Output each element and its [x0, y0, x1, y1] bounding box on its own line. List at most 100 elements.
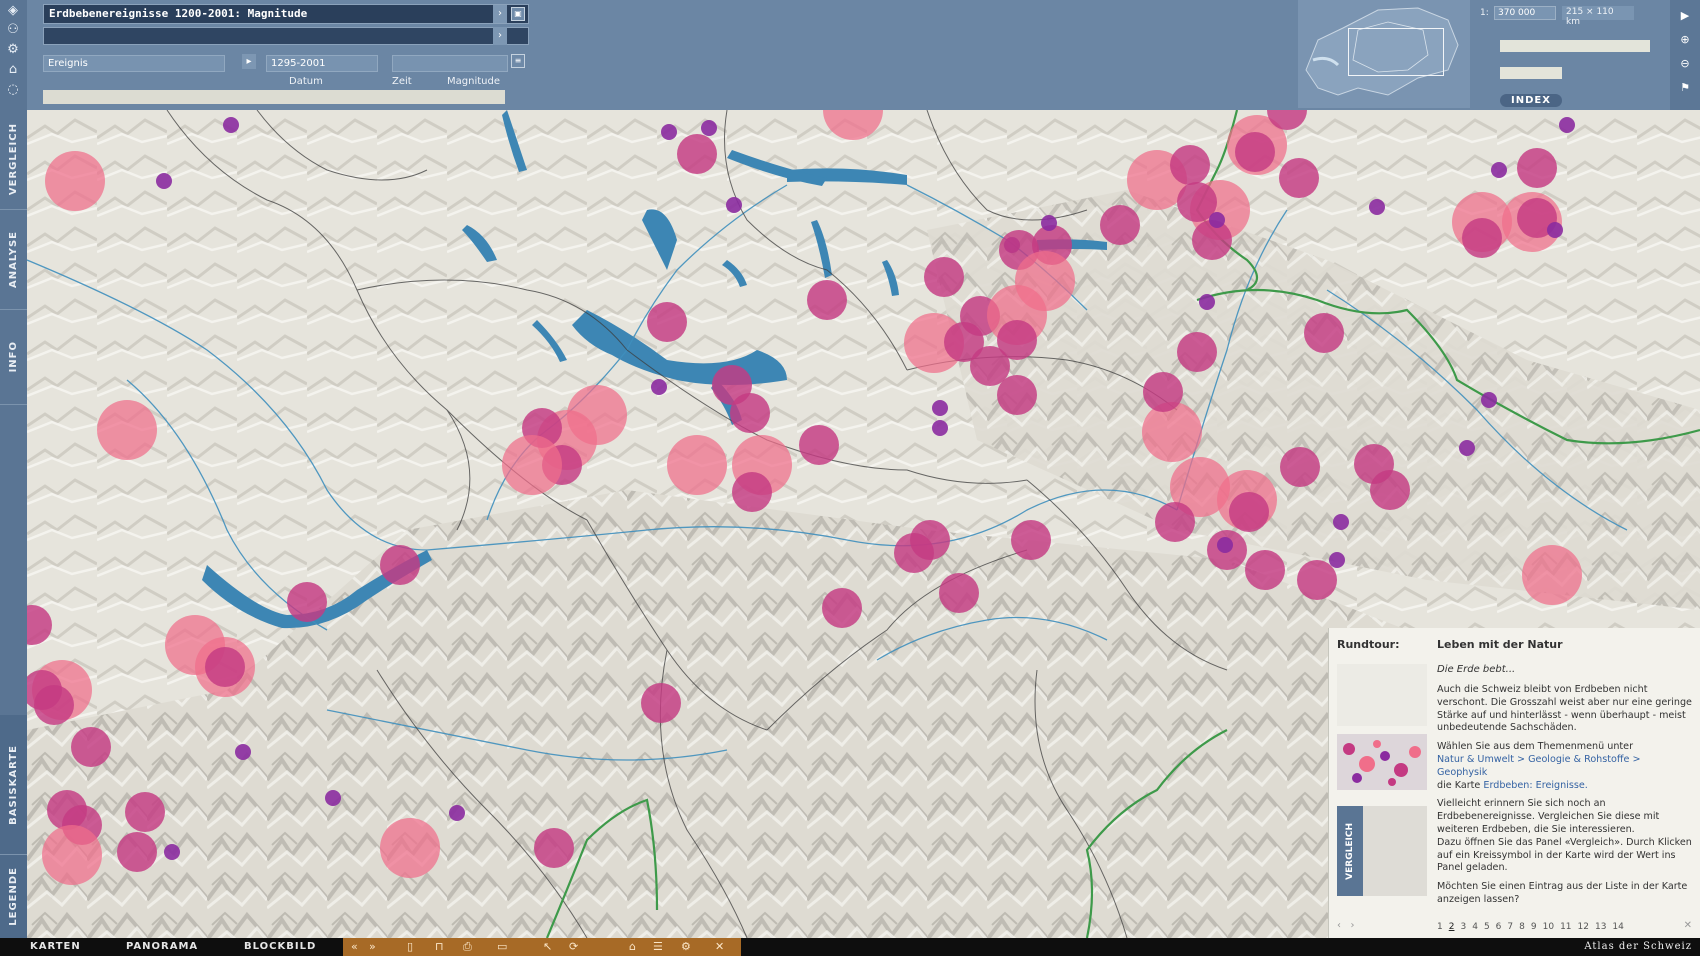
- overview-viewport[interactable]: [1348, 28, 1444, 76]
- quake-symbol[interactable]: [822, 588, 862, 628]
- tab-panorama[interactable]: PANORAMA: [126, 941, 198, 952]
- quake-symbol[interactable]: [534, 828, 574, 868]
- quake-symbol[interactable]: [932, 420, 948, 436]
- submap-next-button[interactable]: ›: [493, 27, 507, 45]
- quake-symbol[interactable]: [1304, 313, 1344, 353]
- tab-blockbild[interactable]: BLOCKBILD: [244, 941, 316, 952]
- flag-icon[interactable]: ⚑: [1677, 80, 1693, 96]
- quake-symbol[interactable]: [667, 435, 727, 495]
- page-link[interactable]: 14: [1612, 922, 1623, 932]
- zoom-out-icon[interactable]: ⊖: [1677, 56, 1693, 72]
- close-tools-icon[interactable]: ✕: [715, 940, 724, 953]
- quake-symbol[interactable]: [1462, 218, 1502, 258]
- quake-symbol[interactable]: [647, 302, 687, 342]
- page-link[interactable]: 11: [1560, 922, 1571, 932]
- page-link[interactable]: 10: [1543, 922, 1554, 932]
- page-link[interactable]: 2: [1449, 922, 1455, 932]
- list-icon[interactable]: ☰: [653, 940, 663, 953]
- page-link[interactable]: 4: [1472, 922, 1478, 932]
- rotate-icon[interactable]: ⟳: [569, 940, 578, 953]
- quake-symbol[interactable]: [125, 792, 165, 832]
- tab-legende[interactable]: LEGENDE: [0, 855, 27, 938]
- quake-symbol[interactable]: [1279, 158, 1319, 198]
- quake-symbol[interactable]: [205, 647, 245, 687]
- settings-icon[interactable]: ⚙: [681, 940, 691, 953]
- quake-symbol[interactable]: [1235, 132, 1275, 172]
- quake-symbol[interactable]: [1459, 440, 1475, 456]
- quake-symbol[interactable]: [1011, 520, 1051, 560]
- gear-icon[interactable]: ⚙: [4, 42, 22, 58]
- quake-symbol[interactable]: [223, 117, 239, 133]
- quake-symbol[interactable]: [1517, 148, 1557, 188]
- quake-symbol[interactable]: [1155, 502, 1195, 542]
- overview-map[interactable]: [1298, 0, 1470, 108]
- title-next-button[interactable]: ›: [493, 5, 507, 23]
- tab-info[interactable]: INFO: [0, 310, 27, 405]
- quake-symbol[interactable]: [701, 120, 717, 136]
- page-link[interactable]: 3: [1460, 922, 1466, 932]
- quake-symbol[interactable]: [1522, 545, 1582, 605]
- page-link[interactable]: 6: [1496, 922, 1502, 932]
- quake-symbol[interactable]: [1170, 145, 1210, 185]
- tour-thumbnail-map[interactable]: [1337, 734, 1427, 790]
- quake-symbol[interactable]: [502, 435, 562, 495]
- quake-symbol[interactable]: [932, 400, 948, 416]
- quake-symbol[interactable]: [924, 257, 964, 297]
- quake-symbol[interactable]: [661, 124, 677, 140]
- quake-symbol[interactable]: [1217, 537, 1233, 553]
- quake-symbol[interactable]: [1491, 162, 1507, 178]
- tab-analyse[interactable]: ANALYSE: [0, 210, 27, 310]
- quake-symbol[interactable]: [807, 280, 847, 320]
- quake-symbol[interactable]: [71, 727, 111, 767]
- filter-button[interactable]: ≡: [511, 54, 525, 68]
- title-option-button[interactable]: ▣: [511, 7, 525, 21]
- quake-symbol[interactable]: [1481, 392, 1497, 408]
- export-icon[interactable]: ▭: [497, 940, 507, 953]
- play-button[interactable]: ▸: [242, 54, 256, 69]
- quake-symbol[interactable]: [449, 805, 465, 821]
- page-link[interactable]: 5: [1484, 922, 1490, 932]
- pointer-icon[interactable]: ↖: [543, 940, 552, 953]
- quake-symbol[interactable]: [380, 545, 420, 585]
- event-field[interactable]: Ereignis: [43, 55, 225, 72]
- map-link[interactable]: Erdbeben: Ereignisse.: [1483, 780, 1587, 791]
- quake-symbol[interactable]: [1041, 215, 1057, 231]
- back-icon[interactable]: «: [351, 940, 358, 953]
- quake-symbol[interactable]: [287, 582, 327, 622]
- quake-symbol[interactable]: [1547, 222, 1563, 238]
- quake-symbol[interactable]: [730, 393, 770, 433]
- map-title-box[interactable]: Erdbebenereignisse 1200-2001: Magnitude: [43, 4, 529, 24]
- quake-symbol[interactable]: [1245, 550, 1285, 590]
- quake-symbol[interactable]: [1209, 212, 1225, 228]
- quake-symbol[interactable]: [997, 375, 1037, 415]
- page-link[interactable]: 9: [1531, 922, 1537, 932]
- quake-symbol[interactable]: [1333, 514, 1349, 530]
- quake-symbol[interactable]: [1143, 372, 1183, 412]
- play-icon[interactable]: ▶: [1677, 8, 1693, 24]
- page-link[interactable]: 8: [1519, 922, 1525, 932]
- quake-symbol[interactable]: [641, 683, 681, 723]
- quake-symbol[interactable]: [45, 151, 105, 211]
- tab-basiskarte[interactable]: BASISKARTE: [0, 715, 27, 855]
- quake-symbol[interactable]: [235, 744, 251, 760]
- range-field[interactable]: 1295-2001: [266, 55, 378, 72]
- coordinate-field[interactable]: [1500, 67, 1562, 79]
- quake-symbol[interactable]: [156, 173, 172, 189]
- quake-symbol[interactable]: [677, 134, 717, 174]
- page-link[interactable]: 7: [1507, 922, 1513, 932]
- quake-symbol[interactable]: [726, 197, 742, 213]
- page-link[interactable]: 1: [1437, 922, 1443, 932]
- people-icon[interactable]: ⚇: [4, 22, 22, 38]
- quake-symbol[interactable]: [1015, 251, 1075, 311]
- scale-input[interactable]: 370 000: [1494, 6, 1556, 20]
- quake-symbol[interactable]: [1329, 552, 1345, 568]
- quake-symbol[interactable]: [1297, 560, 1337, 600]
- quake-symbol[interactable]: [1177, 332, 1217, 372]
- close-icon[interactable]: ✕: [1684, 920, 1692, 931]
- print-icon[interactable]: ⎙: [463, 940, 472, 954]
- zoom-in-icon[interactable]: ⊕: [1677, 32, 1693, 48]
- quake-symbol[interactable]: [42, 825, 102, 885]
- quake-symbol[interactable]: [799, 425, 839, 465]
- home-icon[interactable]: ⌂: [629, 940, 636, 953]
- submap-select[interactable]: [43, 27, 529, 45]
